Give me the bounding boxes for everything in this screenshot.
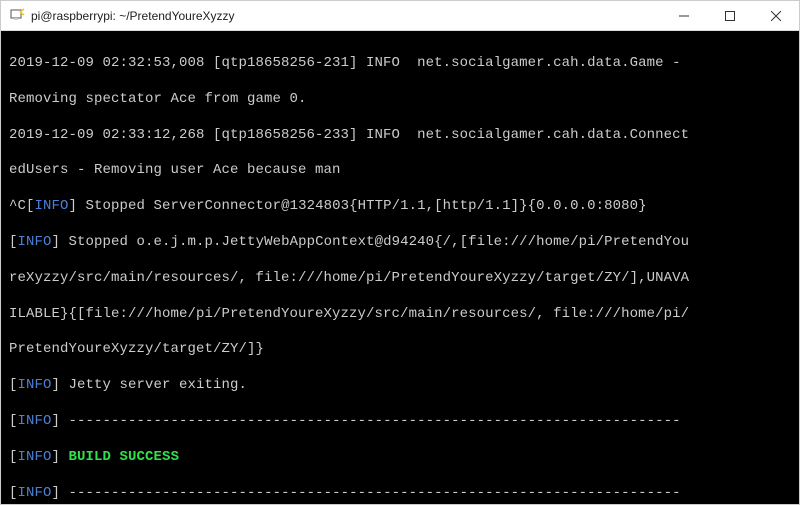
window-controls xyxy=(661,1,799,30)
close-button[interactable] xyxy=(753,1,799,30)
window-title: pi@raspberrypi: ~/PretendYoureXyzzy xyxy=(31,9,661,23)
log-line: [INFO] ---------------------------------… xyxy=(9,485,791,503)
log-line: ^C[INFO] Stopped ServerConnector@1324803… xyxy=(9,198,791,216)
log-line: PretendYoureXyzzy/target/ZY/]} xyxy=(9,341,791,359)
log-line: [INFO] BUILD SUCCESS xyxy=(9,449,791,467)
log-line: 2019-12-09 02:33:12,268 [qtp18658256-233… xyxy=(9,127,791,145)
log-line: [INFO] Stopped o.e.j.m.p.JettyWebAppCont… xyxy=(9,234,791,252)
log-line: edUsers - Removing user Ace because man xyxy=(9,162,791,180)
log-line: 2019-12-09 02:32:53,008 [qtp18658256-231… xyxy=(9,55,791,73)
maximize-button[interactable] xyxy=(707,1,753,30)
log-line: reXyzzy/src/main/resources/, file:///hom… xyxy=(9,270,791,288)
log-line: [INFO] ---------------------------------… xyxy=(9,413,791,431)
log-line: Removing spectator Ace from game 0. xyxy=(9,91,791,109)
window-titlebar: pi@raspberrypi: ~/PretendYoureXyzzy xyxy=(1,1,799,31)
putty-icon xyxy=(9,8,25,24)
minimize-button[interactable] xyxy=(661,1,707,30)
log-line: ILABLE}{[file:///home/pi/PretendYoureXyz… xyxy=(9,306,791,324)
terminal-area[interactable]: 2019-12-09 02:32:53,008 [qtp18658256-231… xyxy=(1,31,799,504)
log-line: [INFO] Jetty server exiting. xyxy=(9,377,791,395)
